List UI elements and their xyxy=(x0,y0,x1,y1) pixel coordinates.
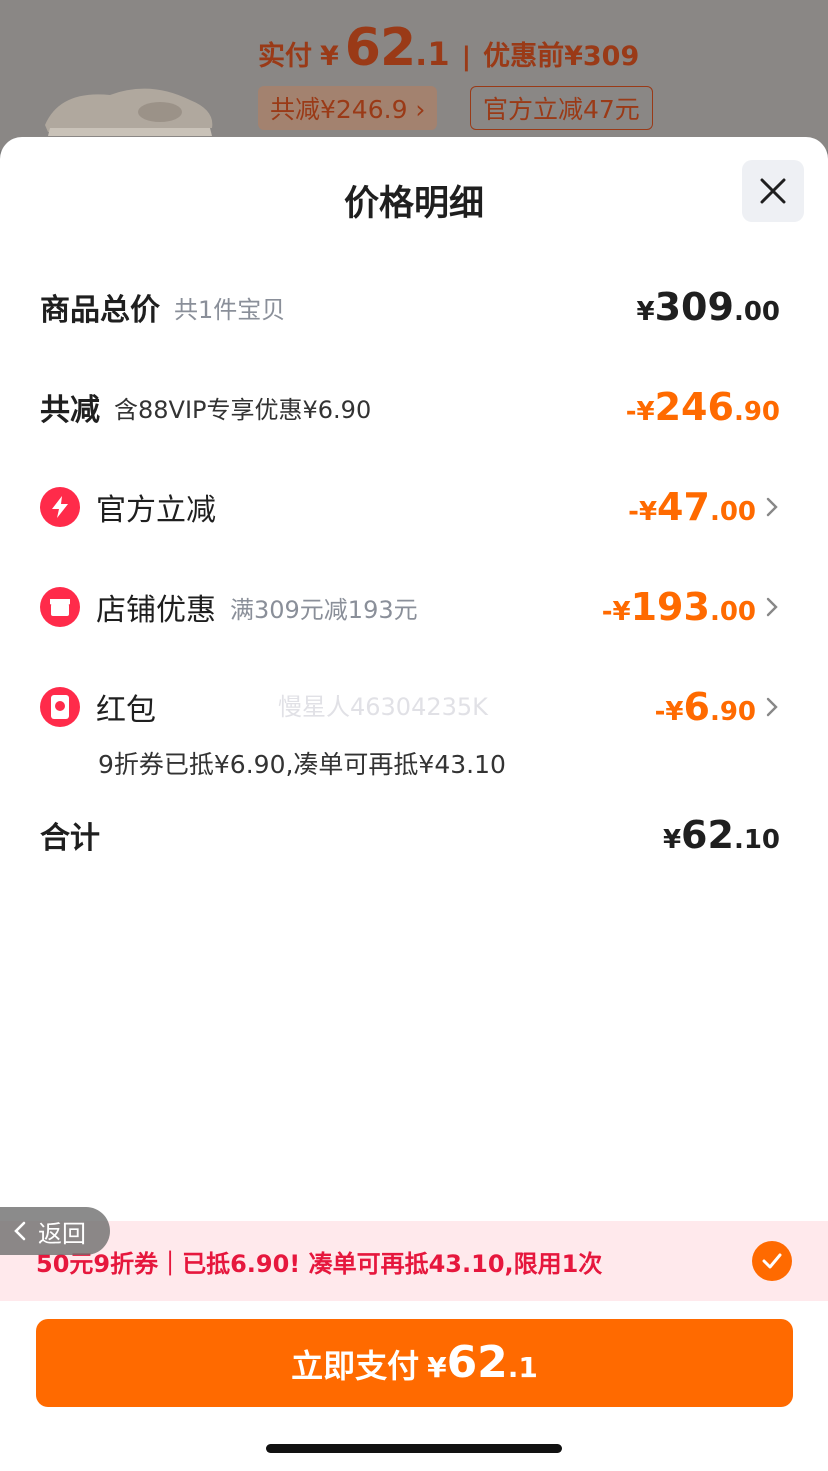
amount-integer: 62 xyxy=(446,1337,508,1388)
paid-price: 实付 ¥ 62 .1 | 优惠前¥309 xyxy=(258,18,639,78)
total-reduce-row: 共减 含88VIP专享优惠¥6.90 -¥ 246 .90 xyxy=(40,385,780,429)
currency-symbol: ¥ xyxy=(427,1351,447,1384)
amount-integer: 62 xyxy=(681,813,734,857)
chevron-right-icon xyxy=(766,595,780,619)
amount-integer: 47 xyxy=(657,485,710,529)
product-thumbnail xyxy=(45,88,213,136)
goods-total-row: 商品总价 共1件宝贝 ¥ 309 .00 xyxy=(40,285,780,329)
back-button-label: 返回 xyxy=(38,1219,86,1248)
chevron-right-icon xyxy=(766,695,780,719)
currency-symbol: -¥ xyxy=(628,497,658,527)
official-discount-label: 官方立减 xyxy=(96,493,216,528)
chevron-left-icon xyxy=(14,1221,26,1241)
store-icon xyxy=(40,587,80,627)
paid-label: 实付 xyxy=(258,41,312,72)
total-reduce-chip[interactable]: 共减¥246.9 › xyxy=(258,86,438,130)
official-discount-chip: 官方立减47元 xyxy=(470,86,653,130)
goods-total-label: 商品总价 xyxy=(40,293,160,328)
currency-symbol: -¥ xyxy=(601,597,631,627)
goods-count: 共1件宝贝 xyxy=(174,295,286,324)
currency-symbol: ¥ xyxy=(636,297,655,327)
amount-integer: 6 xyxy=(683,685,710,729)
currency-symbol: ¥ xyxy=(662,825,682,855)
official-discount-amount: -¥ 47 .00 xyxy=(628,485,756,529)
home-indicator xyxy=(266,1444,562,1453)
amount-integer: 309 xyxy=(654,285,734,329)
currency-symbol: -¥ xyxy=(625,397,655,427)
amount-decimal: .00 xyxy=(709,497,756,527)
close-icon xyxy=(760,178,786,204)
sum-label: 合计 xyxy=(40,821,100,856)
product-summary-header: 实付 ¥ 62 .1 | 优惠前¥309 共减¥246.9 › 官方立减47元 xyxy=(0,0,828,150)
sum-amount: ¥ 62 .10 xyxy=(663,813,780,857)
price-detail-sheet: 价格明细 商品总价 共1件宝贝 ¥ 309 .00 共减 含88VIP专享优惠¥… xyxy=(0,137,828,1471)
total-reduce-label: 共减 xyxy=(40,393,100,428)
official-discount-row[interactable]: 官方立减 -¥ 47 .00 xyxy=(40,485,780,529)
price-separator: | xyxy=(461,42,472,72)
watermark: 慢星人46304235K xyxy=(278,693,488,721)
amount-decimal: .1 xyxy=(507,1351,538,1384)
red-envelope-amount: -¥ 6 .90 xyxy=(655,685,756,729)
total-reduce-amount: -¥ 246 .90 xyxy=(626,385,780,429)
sheet-title: 价格明细 xyxy=(343,184,484,224)
paid-integer: 62 xyxy=(344,18,416,78)
store-discount-amount: -¥ 193 .00 xyxy=(602,585,756,629)
store-discount-label: 店铺优惠 xyxy=(96,593,216,628)
amount-integer: 193 xyxy=(630,585,710,629)
sum-row: 合计 ¥ 62 .10 xyxy=(40,813,780,857)
amount-decimal: .00 xyxy=(709,597,756,627)
back-button[interactable]: 返回 xyxy=(0,1207,110,1255)
goods-total-amount: ¥ 309 .00 xyxy=(637,285,780,329)
store-discount-rule: 满309元减193元 xyxy=(230,595,418,624)
close-button[interactable] xyxy=(742,160,804,222)
check-icon[interactable] xyxy=(752,1241,792,1281)
store-discount-row[interactable]: 店铺优惠 满309元减193元 -¥ 193 .00 xyxy=(40,585,780,629)
pay-button-label: 立即支付 xyxy=(291,1347,420,1385)
coupon-promo-bar[interactable]: 50元9折券｜已抵6.90! 凑单可再抵43.10,限用1次 xyxy=(0,1221,828,1301)
amount-decimal: .90 xyxy=(709,697,756,727)
paid-currency: ¥ xyxy=(320,41,339,72)
red-envelope-label: 红包 xyxy=(96,693,156,728)
amount-integer: 246 xyxy=(654,385,734,429)
amount-decimal: .90 xyxy=(733,397,780,427)
lightning-icon xyxy=(40,487,80,527)
before-discount-price: 优惠前¥309 xyxy=(483,41,640,72)
vip-discount-note: 含88VIP专享优惠¥6.90 xyxy=(114,395,372,424)
amount-decimal: .10 xyxy=(733,825,780,855)
paid-decimal: .1 xyxy=(415,35,450,73)
currency-symbol: -¥ xyxy=(654,697,684,727)
amount-decimal: .00 xyxy=(733,297,780,327)
red-envelope-icon xyxy=(40,687,80,727)
coupon-promo-text: 50元9折券｜已抵6.90! 凑单可再抵43.10,限用1次 xyxy=(36,1249,603,1278)
pay-now-button[interactable]: 立即支付 ¥ 62 .1 xyxy=(36,1319,793,1407)
red-envelope-note: 9折券已抵¥6.90,凑单可再抵¥43.10 xyxy=(98,750,506,779)
chevron-right-icon xyxy=(766,495,780,519)
